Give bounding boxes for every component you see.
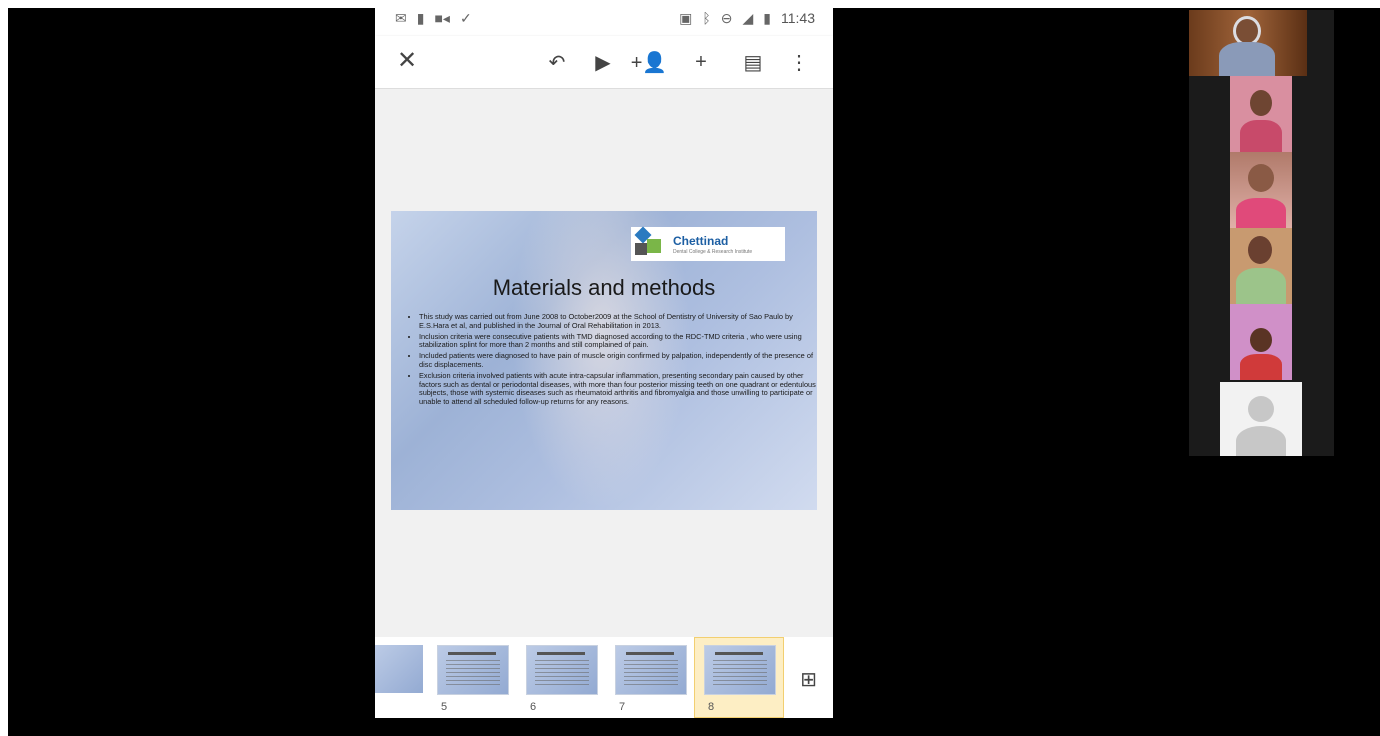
download-done-icon: ✓ xyxy=(459,9,472,26)
status-time: 11:43 xyxy=(781,10,815,26)
left-border xyxy=(0,0,8,736)
cast-icon: ▣ xyxy=(679,9,693,26)
logo-name: Chettinad xyxy=(673,233,729,248)
slide-bullet: Included patients were diagnosed to have… xyxy=(419,351,817,370)
avatar xyxy=(1248,396,1274,422)
status-bar: ✉ ▮ ■◂ ✓ ▣ ᛒ ⊖ ◢ ▮ 11:43 xyxy=(375,0,833,36)
add-person-icon[interactable]: +👤 xyxy=(623,44,675,80)
thumbnail-number: 7 xyxy=(619,701,626,713)
add-slide-icon[interactable]: ⊞ xyxy=(800,667,817,692)
participant-panel xyxy=(1189,10,1334,456)
participant-avatar-tile[interactable] xyxy=(1220,382,1302,456)
minus-circle-icon: ⊖ xyxy=(720,9,733,26)
thumbnail-number: 5 xyxy=(441,701,448,713)
participant-video-tile[interactable] xyxy=(1230,76,1292,152)
participant-video-tile[interactable] xyxy=(1230,228,1292,304)
slide-thumbnail-7[interactable] xyxy=(615,645,687,695)
undo-icon[interactable]: ↶ xyxy=(531,44,583,80)
current-slide[interactable]: Chettinad Dental College & Research Inst… xyxy=(391,211,817,510)
slide-thumbnail-6[interactable] xyxy=(526,645,598,695)
present-icon[interactable]: ▶ xyxy=(583,44,623,80)
logo-mark-icon xyxy=(634,226,665,259)
signal-icon: ◢ xyxy=(742,9,754,26)
thumbnail-number: 6 xyxy=(530,701,537,713)
battery-icon: ▮ xyxy=(763,9,771,26)
close-icon[interactable]: ✕ xyxy=(397,46,417,75)
comment-icon[interactable]: ▤ xyxy=(727,44,779,80)
video-icon: ■◂ xyxy=(434,9,450,26)
slide-canvas: Chettinad Dental College & Research Inst… xyxy=(375,89,833,637)
slide-bullet: This study was carried out from June 200… xyxy=(419,312,817,331)
slide-thumbnail-strip: 5 6 7 8 ⊞ xyxy=(375,637,833,718)
gmail-icon: ✉ xyxy=(395,9,407,26)
slide-bullet: Inclusion criteria were consecutive pati… xyxy=(419,332,817,351)
more-icon[interactable]: ⋮ xyxy=(779,44,819,80)
participant-video-tile[interactable] xyxy=(1189,10,1307,76)
chettinad-logo: Chettinad Dental College & Research Inst… xyxy=(631,226,785,261)
slide-title: Materials and methods xyxy=(492,275,716,300)
slide-thumbnail-5[interactable] xyxy=(437,645,509,695)
slide-bullet-list: This study was carried out from June 200… xyxy=(405,312,817,409)
participant-video-tile[interactable] xyxy=(1230,152,1292,228)
slide-bullet: Exclusion criteria involved patients wit… xyxy=(419,371,817,407)
person-icon: ▮ xyxy=(416,9,425,26)
slide-thumbnail-partial[interactable] xyxy=(375,645,423,693)
phone-screen: ✉ ▮ ■◂ ✓ ▣ ᛒ ⊖ ◢ ▮ 11:43 ✕ ↶ ▶ +👤 + ▤ ⋮ xyxy=(375,0,833,718)
logo-subtitle: Dental College & Research Institute xyxy=(673,248,753,255)
bluetooth-icon: ᛒ xyxy=(702,10,711,26)
add-icon[interactable]: + xyxy=(675,44,727,80)
thumbnail-number: 8 xyxy=(708,701,715,713)
slides-toolbar: ✕ ↶ ▶ +👤 + ▤ ⋮ xyxy=(375,36,833,89)
slide-thumbnail-8[interactable] xyxy=(704,645,776,695)
participant-video-tile[interactable] xyxy=(1230,304,1292,380)
